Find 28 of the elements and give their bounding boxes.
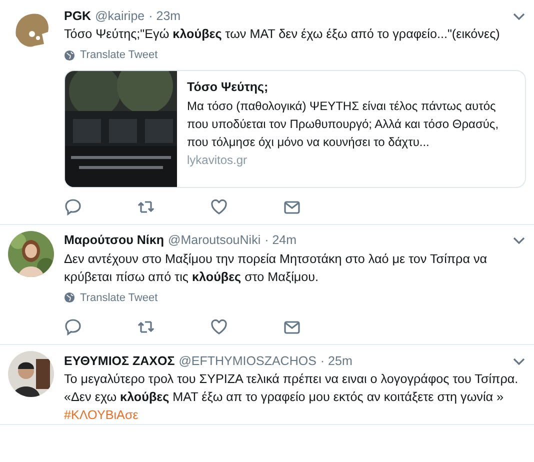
translate-link[interactable]: Translate Tweet	[64, 49, 158, 61]
heart-icon[interactable]	[210, 198, 228, 216]
tweet-time[interactable]: · 23m	[148, 8, 181, 22]
link-card[interactable]: Τόσο Ψεύτης; Μα τόσο (παθολογικά) ΨΕΥΤΗΣ είναι τέλος πάντως αυτός που υποδύεται τον Πρωθυπουργό; Αλλά και τόσο Θρασύς, που τόλμησε όχι μόνο να κουνήσει το δάχτυ... lykavitos.gr	[64, 70, 526, 188]
hashtag-link[interactable]: #ΚΛΟΥΒιΑσε	[64, 407, 138, 423]
reply-icon[interactable]	[64, 318, 82, 336]
retweet-icon[interactable]	[137, 318, 155, 336]
user-name[interactable]: ΕΥΘΥΜΙΟΣ ΖΑΧΟΣ	[64, 354, 175, 368]
user-name[interactable]: PGK	[64, 8, 92, 22]
card-title: Τόσο Ψεύτης;	[187, 78, 270, 96]
translate-link[interactable]: Translate Tweet	[64, 292, 158, 304]
reply-icon[interactable]	[64, 198, 82, 216]
tweet-time[interactable]: · 24m	[264, 233, 297, 247]
card-description: Μα τόσο (παθολογικά) ΨΕΥΤΗΣ είναι τέλος πάντως αυτός που υποδύεται τον Πρωθυπουργό; Αλλά και τόσο Θρασύς, που τόλμησε όχι μόνο να κουνήσει το δάχτυ...	[187, 98, 500, 150]
globe-icon	[64, 50, 75, 60]
user-name[interactable]: Μαρούτσου Νίκη	[64, 233, 164, 247]
globe-icon	[64, 292, 75, 303]
envelope-icon[interactable]	[283, 318, 301, 336]
tweet-text: «Δεν εχω κλούβες ΜΑΤ έξω απ το γραφείο μου εκτός αν κοιτάξετε στη γωνία »	[64, 389, 505, 406]
tweet-text: Δεν αντέχουν στο Μαξίμου την πορεία Μητσοτάκη στο λαό με τον Τσίπρα να κρύβεται πίσω από τις κλούβες στο Μαξίμου.	[64, 250, 488, 286]
tweet-text: Το μεγαλύτερο τρολ του ΣΥΡΙΖΑ τελικά πρέπει να ειναι ο λογογράφος του Τσίπρα.	[64, 371, 520, 388]
tweet-text: Τόσο Ψεύτης;"Εγώ κλούβες των ΜΑΤ δεν έχω έξω από το γραφείο..."(εικόνες)	[64, 26, 501, 43]
user-handle[interactable]: @kairipe	[95, 8, 145, 22]
tweet-time[interactable]: · 25m	[320, 354, 352, 368]
card-domain: lykavitos.gr	[187, 152, 248, 168]
user-handle[interactable]: @EFTHYMIOSZACHOS	[178, 354, 316, 368]
user-handle[interactable]: @MaroutsouNiki	[168, 233, 261, 247]
heart-icon[interactable]	[210, 318, 228, 336]
